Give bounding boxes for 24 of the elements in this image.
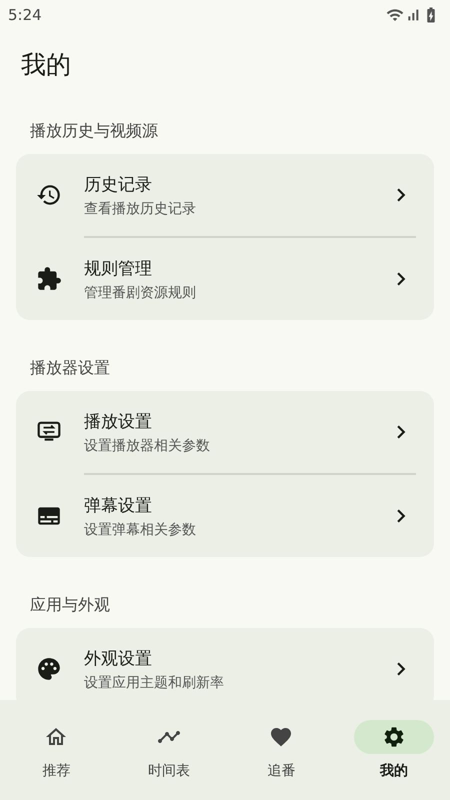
nav-tab-label[interactable]: 推荐 [42,762,70,780]
section-label: 播放历史与视频源 [30,121,158,142]
nav-tab-indicator[interactable] [354,720,434,754]
item-subtitle: 管理番剧资源规则 [84,284,196,302]
item-title[interactable]: 历史记录 [84,172,152,196]
nav-tab-label[interactable]: 时间表 [148,762,190,780]
item-title[interactable]: 播放设置 [84,410,152,432]
item-subtitle: 查看播放历史记录 [84,200,196,218]
section-label: 应用与外观 [30,595,110,616]
nav-tab-label[interactable]: 追番 [267,762,296,780]
status-time: 5:24 [8,6,42,24]
nav-tab-label[interactable]: 我的 [380,762,408,780]
page-title: 我的 [21,49,71,81]
item-title[interactable]: 外观设置 [84,646,152,670]
settings-icon [382,725,406,749]
item-subtitle: 设置播放器相关参数 [84,436,210,454]
palette-icon [36,656,62,682]
item-subtitle: 设置应用主题和刷新率 [84,674,224,692]
heart-icon [269,725,294,749]
item-subtitle: 设置弹幕相关参数 [84,520,196,538]
item-title[interactable]: 弹幕设置 [84,494,152,516]
item-title[interactable]: 规则管理 [84,256,152,280]
section-label: 播放器设置 [30,358,110,379]
puzzle-icon [36,266,62,292]
